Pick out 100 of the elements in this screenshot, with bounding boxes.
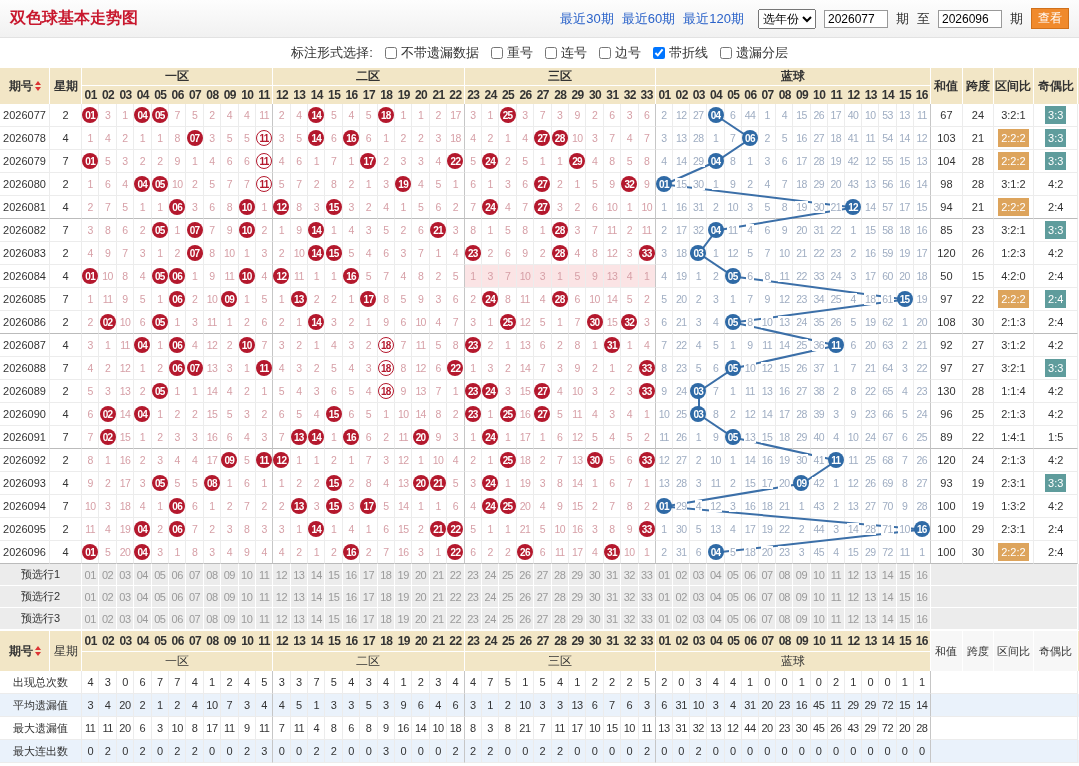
pick-number[interactable]: 16	[345, 590, 357, 603]
pick-number[interactable]: 14	[310, 568, 322, 581]
pick-number[interactable]: 13	[293, 568, 305, 581]
column-header[interactable]: 期号	[8, 642, 33, 660]
pick-number[interactable]: 31	[606, 590, 618, 603]
pick-number[interactable]: 14	[881, 612, 894, 625]
pick-number[interactable]: 12	[275, 612, 288, 625]
pick-number[interactable]: 17	[362, 612, 375, 625]
pick-number[interactable]: 31	[606, 568, 618, 581]
pick-number[interactable]: 23	[467, 590, 479, 603]
pick-number[interactable]: 15	[328, 612, 340, 625]
pick-number[interactable]: 26	[519, 568, 531, 581]
pick-number[interactable]: 01	[658, 612, 670, 625]
pick-number[interactable]: 30	[588, 590, 601, 603]
pick-number[interactable]: 27	[536, 612, 548, 625]
pick-number[interactable]: 13	[293, 590, 305, 603]
pick-number[interactable]: 11	[830, 612, 842, 625]
pick-number[interactable]: 13	[864, 590, 876, 603]
pick-number[interactable]: 12	[275, 590, 288, 603]
pick-number[interactable]: 17	[362, 568, 375, 581]
pick-number[interactable]: 02	[675, 590, 687, 603]
pick-number[interactable]: 19	[397, 590, 409, 603]
pick-number[interactable]: 06	[171, 590, 183, 603]
pick-number[interactable]: 15	[899, 612, 911, 625]
column-header[interactable]: 期号	[8, 77, 33, 95]
pick-number[interactable]: 20	[415, 612, 427, 625]
pick-number[interactable]: 07	[761, 590, 773, 603]
pick-number[interactable]: 28	[554, 590, 566, 603]
pick-number[interactable]: 12	[847, 568, 859, 581]
pick-number[interactable]: 11	[258, 568, 270, 581]
pick-number[interactable]: 14	[881, 568, 894, 581]
pick-number[interactable]: 22	[449, 568, 461, 581]
pick-number[interactable]: 26	[519, 590, 531, 603]
pick-number[interactable]: 31	[606, 612, 618, 625]
pick-number[interactable]: 07	[188, 568, 201, 581]
pick-number[interactable]: 13	[864, 568, 876, 581]
pick-number[interactable]: 07	[761, 612, 773, 625]
pick-number[interactable]: 33	[641, 612, 653, 625]
pick-number[interactable]: 09	[795, 568, 808, 581]
sort-icon[interactable]	[34, 81, 41, 91]
pick-number[interactable]: 33	[641, 568, 653, 581]
pick-number[interactable]: 09	[223, 568, 235, 581]
pick-number[interactable]: 16	[345, 568, 357, 581]
pick-number[interactable]: 16	[916, 612, 928, 625]
pick-number[interactable]: 25	[501, 590, 514, 603]
pick-number[interactable]: 28	[554, 612, 566, 625]
pick-number[interactable]: 08	[778, 612, 790, 625]
pick-number[interactable]: 10	[241, 568, 253, 581]
pick-number[interactable]: 12	[275, 568, 288, 581]
sort-icon[interactable]	[34, 646, 41, 656]
pick-number[interactable]: 03	[119, 590, 131, 603]
pick-number[interactable]: 08	[778, 568, 790, 581]
pick-number[interactable]: 30	[588, 612, 601, 625]
pick-number[interactable]: 32	[623, 590, 635, 603]
pick-number[interactable]: 09	[223, 590, 235, 603]
start-period-field[interactable]: 2026077	[824, 9, 888, 28]
pick-number[interactable]: 22	[449, 612, 461, 625]
pick-number[interactable]: 03	[119, 568, 131, 581]
pick-number[interactable]: 07	[188, 612, 201, 625]
view-button[interactable]: 查看	[1031, 8, 1069, 29]
pick-number[interactable]: 02	[101, 590, 114, 603]
pick-number[interactable]: 04	[709, 612, 722, 625]
pick-number[interactable]: 12	[847, 590, 859, 603]
pick-number[interactable]: 09	[795, 612, 808, 625]
pick-number[interactable]: 16	[345, 612, 357, 625]
checkbox[interactable]	[719, 47, 732, 59]
pick-number[interactable]: 27	[536, 568, 548, 581]
pick-number[interactable]: 02	[675, 612, 687, 625]
pick-number[interactable]: 25	[501, 568, 514, 581]
pick-number[interactable]: 24	[484, 590, 496, 603]
pick-number[interactable]: 20	[415, 568, 427, 581]
pick-number[interactable]: 16	[916, 568, 928, 581]
pick-number[interactable]: 11	[258, 590, 270, 603]
pick-number[interactable]: 09	[795, 590, 808, 603]
pick-number[interactable]: 11	[830, 568, 842, 581]
pick-number[interactable]: 32	[623, 612, 635, 625]
pick-number[interactable]: 01	[658, 590, 670, 603]
pick-number[interactable]: 08	[778, 590, 790, 603]
pick-number[interactable]: 14	[881, 590, 894, 603]
pick-number[interactable]: 09	[223, 612, 235, 625]
pick-number[interactable]: 02	[101, 612, 114, 625]
pick-number[interactable]: 20	[415, 590, 427, 603]
pick-number[interactable]: 29	[571, 568, 583, 581]
pick-number[interactable]: 05	[154, 568, 166, 581]
pick-number[interactable]: 17	[362, 590, 375, 603]
pick-number[interactable]: 06	[171, 612, 183, 625]
pick-number[interactable]: 33	[641, 590, 653, 603]
pick-number[interactable]: 07	[188, 590, 201, 603]
pick-number[interactable]: 10	[813, 612, 825, 625]
year-select[interactable]: 选年份	[758, 8, 816, 29]
pick-number[interactable]: 30	[588, 568, 601, 581]
pick-number[interactable]: 15	[899, 590, 911, 603]
range-link[interactable]: 最近60期	[621, 9, 676, 28]
pick-number[interactable]: 05	[727, 590, 739, 603]
pick-number[interactable]: 05	[727, 568, 739, 581]
pick-number[interactable]: 10	[241, 590, 253, 603]
pick-number[interactable]: 06	[744, 590, 756, 603]
pick-number[interactable]: 16	[916, 590, 928, 603]
pick-number[interactable]: 13	[864, 612, 876, 625]
pick-number[interactable]: 21	[432, 568, 444, 581]
